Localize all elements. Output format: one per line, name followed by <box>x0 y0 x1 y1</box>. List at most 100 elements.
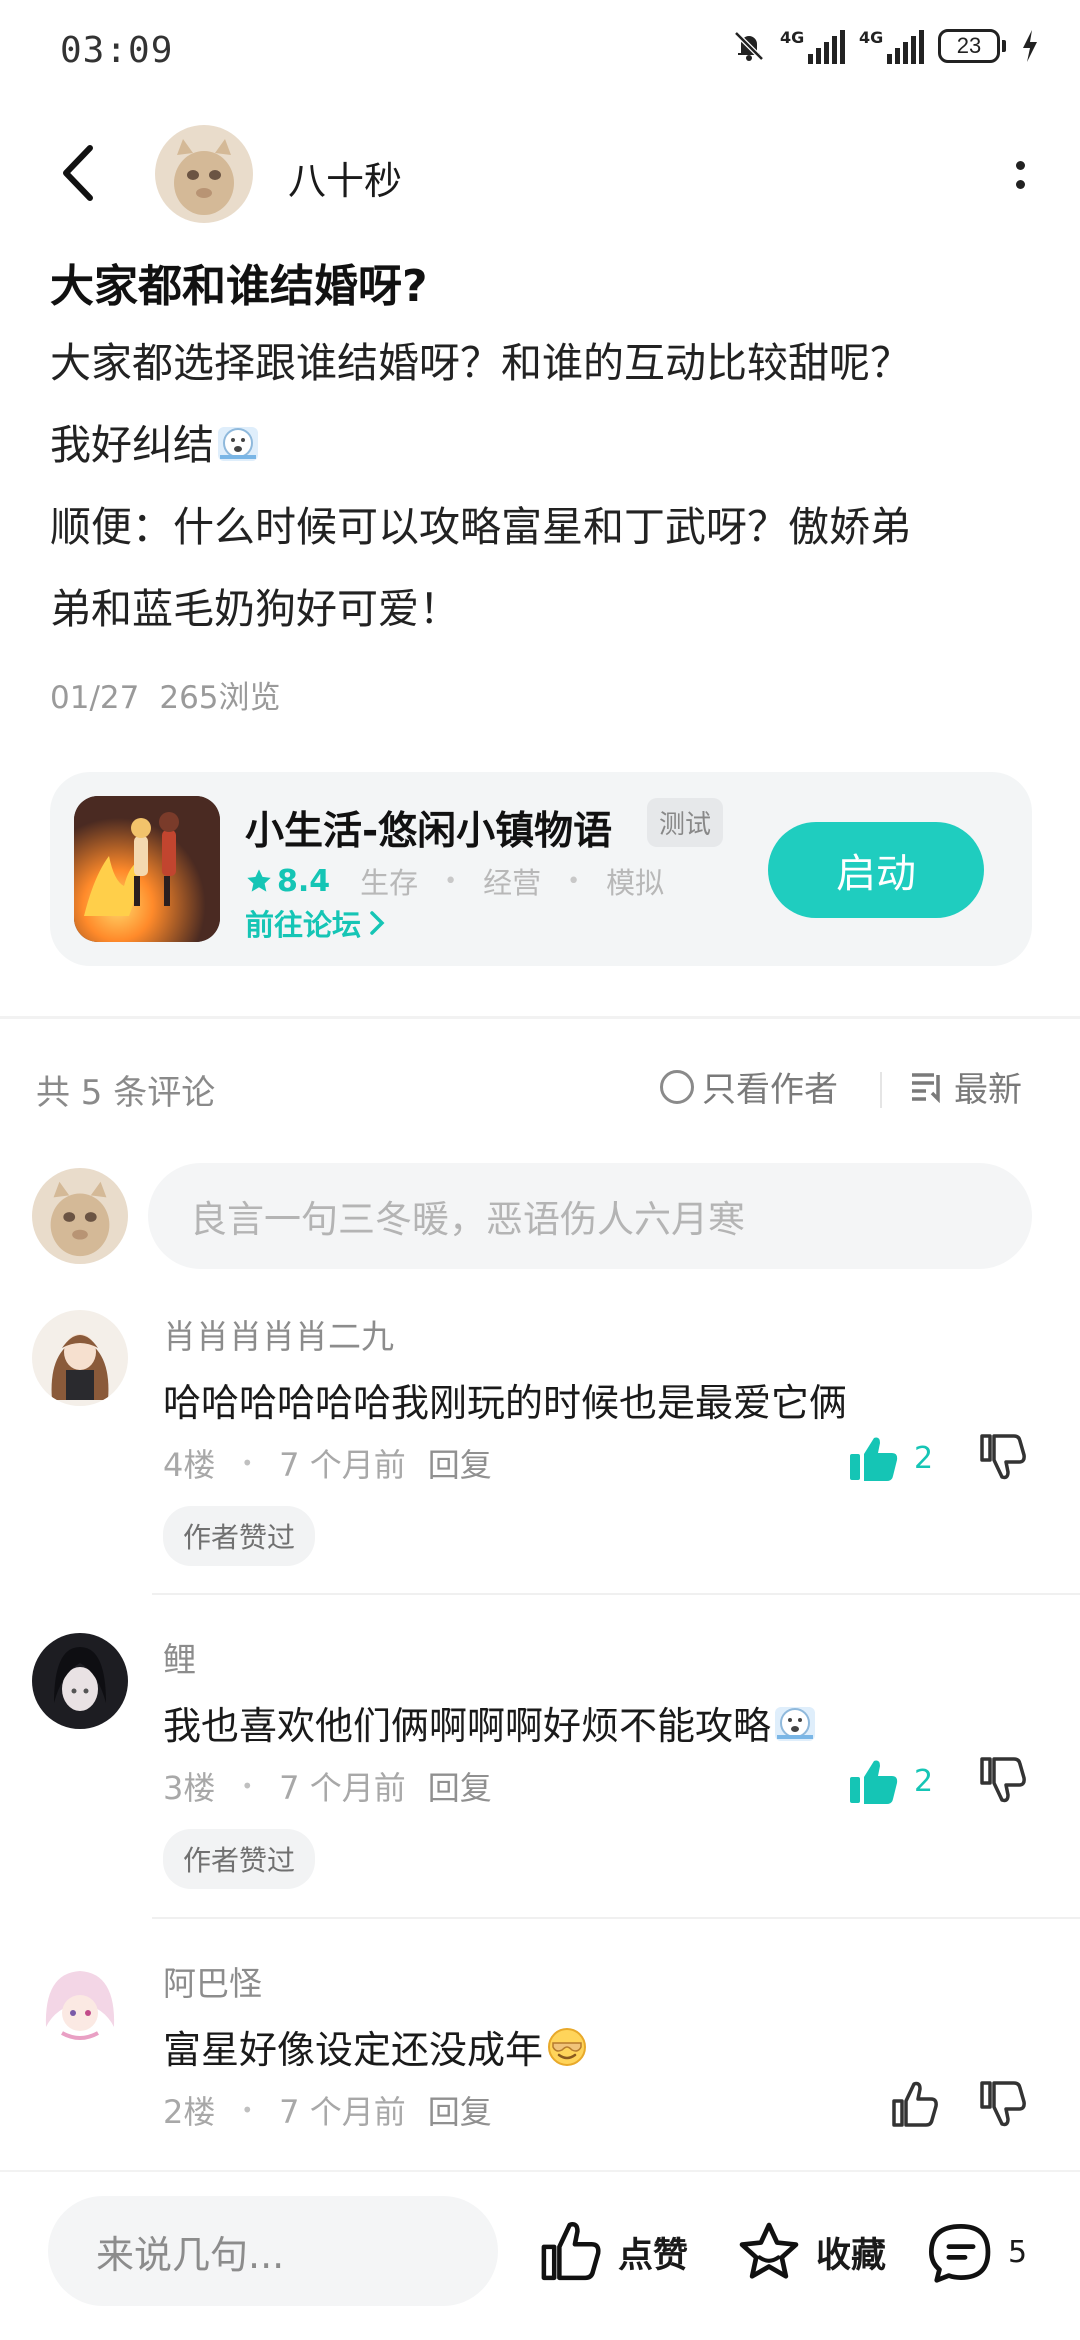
thumbs-up-filled-icon <box>850 1760 898 1804</box>
post-title: 大家都和谁结婚呀? <box>50 261 428 312</box>
star-outline-icon <box>739 2222 799 2279</box>
launch-button[interactable]: 启动 <box>768 822 984 918</box>
status-time: 03:09 <box>60 30 174 71</box>
comment-username[interactable]: 鲤 <box>163 1633 196 1681</box>
chevron-right-icon <box>370 911 385 935</box>
author-liked-badge: 作者赞过 <box>163 1829 316 1889</box>
comments-count: 共 5 条评论 <box>36 1073 216 1113</box>
meta-dot: • <box>241 1451 254 1475</box>
game-icon[interactable] <box>74 796 220 942</box>
only-author-toggle[interactable]: 只看作者 <box>660 1062 838 1111</box>
game-genre: 生存 <box>360 866 419 900</box>
like-post-button[interactable]: 点赞 <box>538 2202 688 2302</box>
meta-dot: • <box>241 1774 254 1798</box>
game-genre: 经营 <box>483 866 542 900</box>
radio-circle-icon <box>660 1069 694 1104</box>
reply-button[interactable]: 回复 <box>428 1440 492 1486</box>
campfire-game-icon <box>74 796 220 942</box>
comment-time: 7 个月前 <box>279 1769 406 1807</box>
status-bar: 03:09 4G 4G 23 <box>0 0 1080 100</box>
star-icon <box>247 869 271 892</box>
section-divider <box>0 1016 1080 1019</box>
favorite-label: 收藏 <box>816 2235 887 2276</box>
game-card[interactable]: 小生活-悠闲小镇物语 测试 8.4 生存 • 经营 • 模拟 前往论坛 启动 <box>50 772 1032 966</box>
comment-text-content: 富星好像设定还没成年 <box>163 2028 544 2072</box>
post-views: 265浏览 <box>159 680 281 716</box>
comment-like-button[interactable]: 2 <box>848 1757 933 1805</box>
comment-time: 7 个月前 <box>279 2093 406 2131</box>
post-body-line: 顺便：什么时候可以攻略富星和丁武呀？傲娇弟 <box>50 503 911 551</box>
commenter-avatar[interactable] <box>32 1957 128 2053</box>
comment-username[interactable]: 阿巴怪 <box>163 1957 262 2005</box>
signal-label: 4G <box>780 28 805 47</box>
post-body-line: 我好纠结 <box>50 404 1040 486</box>
like-post-label: 点赞 <box>618 2235 689 2276</box>
anime-girl-avatar-icon <box>32 1310 128 1406</box>
comment-text: 哈哈哈哈哈哈我刚玩的时候也是最爱它俩 <box>163 1381 848 1425</box>
more-dot <box>1015 180 1025 189</box>
forum-link[interactable]: 前往论坛 <box>245 902 385 944</box>
thumbs-down-icon <box>980 1757 1026 1803</box>
bottom-comment-input[interactable]: 来说几句... <box>48 2196 498 2306</box>
comment-floor: 4楼 <box>163 1446 216 1484</box>
comment-text: 我也喜欢他们俩啊啊啊好烦不能攻略 <box>163 1695 819 1750</box>
comment-time: 7 个月前 <box>279 1446 406 1484</box>
signal-icon-sim2: 4G <box>859 28 924 64</box>
bottom-action-bar: 来说几句... 点赞 收藏 5 <box>0 2170 1080 2340</box>
comment-meta: 3楼 • 7 个月前 回复 <box>163 1763 492 1809</box>
charging-icon <box>1023 30 1037 62</box>
comment-text-content: 我也喜欢他们俩啊啊啊好烦不能攻略 <box>163 1704 772 1748</box>
back-button[interactable] <box>48 138 108 208</box>
post-date: 01/27 <box>50 680 140 716</box>
game-genre: 模拟 <box>606 866 665 900</box>
comment-username[interactable]: 肖肖肖肖肖二九 <box>163 1310 394 1358</box>
like-count: 2 <box>914 1440 934 1476</box>
game-rating-row: 8.4 生存 • 经营 • 模拟 <box>245 860 664 902</box>
comment-dislike-button[interactable] <box>978 2079 1028 2131</box>
game-rating: 8.4 <box>277 863 331 899</box>
post-body-text: 我好纠结 <box>50 421 214 469</box>
genre-separator: • <box>444 868 458 894</box>
my-avatar <box>32 1168 128 1264</box>
comment-like-button[interactable] <box>890 2081 940 2129</box>
crying-emoji-icon <box>775 1707 816 1741</box>
comment-input[interactable]: 良言一句三冬暖，恶语伤人六月寒 <box>148 1163 1032 1269</box>
sort-button[interactable]: 最新 <box>910 1062 1022 1111</box>
author-avatar[interactable] <box>155 125 253 223</box>
sort-list-icon <box>912 1072 940 1103</box>
sunglasses-emoji-icon <box>548 2028 587 2066</box>
comment-divider <box>152 1917 1080 1919</box>
commenter-avatar[interactable] <box>32 1633 128 1729</box>
comments-button[interactable]: 5 <box>928 2202 1027 2302</box>
crying-emoji-icon <box>218 427 258 461</box>
cat-avatar-icon <box>32 1168 128 1264</box>
comment-meta: 4楼 • 7 个月前 回复 <box>163 1440 492 1486</box>
comment-floor: 2楼 <box>163 2093 216 2131</box>
thumbs-up-icon <box>541 2222 601 2281</box>
favorite-button[interactable]: 收藏 <box>736 2202 886 2302</box>
thumbs-down-icon <box>980 2081 1026 2127</box>
sort-label: 最新 <box>954 1070 1022 1110</box>
game-test-tag: 测试 <box>647 798 724 847</box>
author-name[interactable]: 八十秒 <box>288 150 402 205</box>
post-body-line: 弟和蓝毛奶狗好可爱！ <box>50 585 460 633</box>
comment-dislike-button[interactable] <box>978 1755 1028 1807</box>
comment-like-button[interactable]: 2 <box>848 1434 933 1482</box>
more-dot <box>1015 161 1025 170</box>
pink-hair-avatar-icon <box>32 1957 128 2053</box>
meta-dot: • <box>241 2098 254 2122</box>
comment-dislike-button[interactable] <box>978 1432 1028 1484</box>
more-options-button[interactable] <box>990 145 1050 205</box>
vertical-separator <box>880 1072 882 1108</box>
comment-bubble-icon <box>928 2224 991 2283</box>
thumbs-up-icon <box>892 2081 938 2127</box>
commenter-avatar[interactable] <box>32 1310 128 1406</box>
post-header: 八十秒 <box>0 110 1080 240</box>
game-name[interactable]: 小生活-悠闲小镇物语 <box>245 800 612 856</box>
post-meta: 01/27 265浏览 <box>50 672 281 717</box>
reply-button[interactable]: 回复 <box>428 2087 492 2133</box>
comment-meta: 2楼 • 7 个月前 回复 <box>163 2087 492 2133</box>
author-liked-badge: 作者赞过 <box>163 1506 316 1566</box>
reply-button[interactable]: 回复 <box>428 1763 492 1809</box>
signal-icon-sim1: 4G <box>780 28 845 64</box>
